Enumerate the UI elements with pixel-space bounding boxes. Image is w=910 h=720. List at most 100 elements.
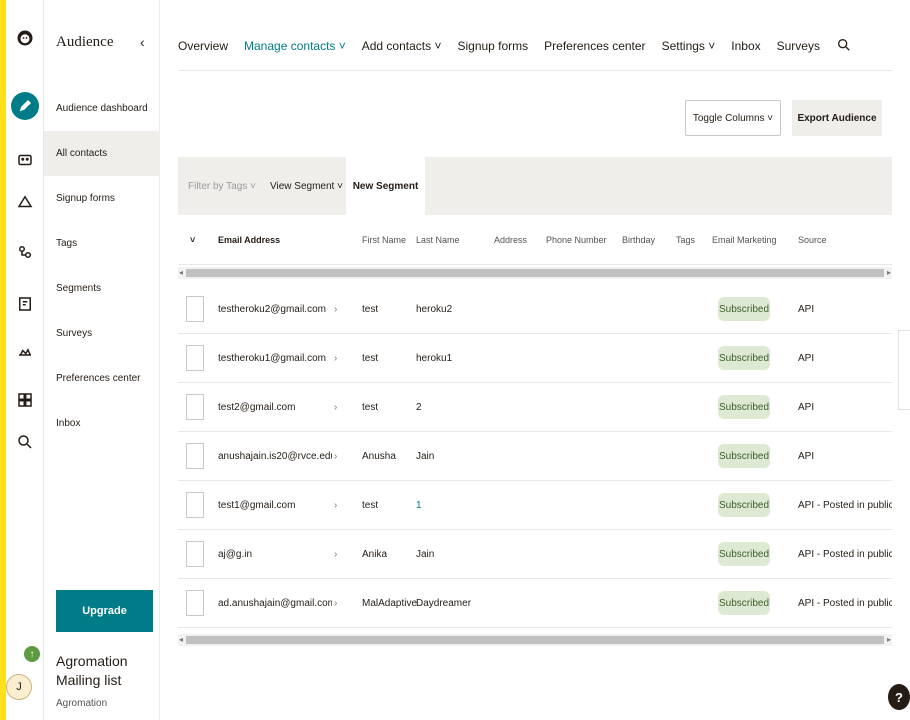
icon-rail — [6, 0, 44, 720]
sidebar-item-surveys[interactable]: Surveys — [44, 311, 160, 356]
cell-first-name: test — [362, 304, 379, 315]
header-email-marketing[interactable]: Email Marketing — [712, 215, 777, 265]
integrations-icon[interactable] — [11, 386, 39, 414]
cell-last-name: Daydreamer — [416, 598, 472, 609]
table-row[interactable]: anushajain.is20@rvce.edu.in › Anusha Jai… — [178, 432, 892, 481]
toggle-columns-button[interactable]: Toggle Columns ˅ — [685, 100, 781, 136]
help-button[interactable]: ? — [888, 684, 910, 710]
mailchimp-logo-icon[interactable] — [11, 24, 39, 52]
table-header: ˅ Email Address First Name Last Name Add… — [178, 215, 892, 265]
nav-manage-contacts[interactable]: Manage contacts ˅ — [244, 39, 346, 53]
cell-first-name: test — [362, 500, 379, 511]
export-audience-button[interactable]: Export Audience — [792, 100, 882, 136]
horizontal-scrollbar-top[interactable]: ◂ ▸ — [178, 267, 892, 279]
header-address[interactable]: Address — [494, 215, 527, 265]
chevron-right-icon[interactable]: › — [334, 579, 337, 628]
cell-source: API - Posted in public, do r — [798, 598, 892, 609]
cell-email[interactable]: ad.anushajain@gmail.com — [218, 579, 332, 628]
status-badge: Subscribed — [718, 444, 770, 468]
nav-overview[interactable]: Overview — [178, 39, 228, 53]
row-checkbox[interactable] — [186, 296, 204, 322]
row-checkbox[interactable] — [186, 394, 204, 420]
cell-source: API — [798, 451, 815, 462]
row-checkbox[interactable] — [186, 443, 204, 469]
chevron-left-icon[interactable]: ‹ — [140, 34, 145, 50]
cell-last-name: 1 — [416, 500, 422, 511]
horizontal-scrollbar-bottom[interactable]: ◂ ▸ — [178, 634, 892, 646]
website-icon[interactable] — [11, 290, 39, 318]
sidebar-item-segments[interactable]: Segments — [44, 266, 160, 311]
upgrade-button[interactable]: Upgrade — [56, 590, 153, 632]
audience-sidebar: Audience ‹ Audience dashboard All contac… — [44, 0, 160, 720]
search-icon[interactable] — [836, 37, 852, 56]
chevron-right-icon[interactable]: › — [334, 334, 337, 383]
feedback-tab[interactable] — [898, 330, 910, 410]
status-badge: Subscribed — [718, 493, 770, 517]
nav-preferences-center[interactable]: Preferences center — [544, 39, 645, 53]
chevron-right-icon[interactable]: › — [334, 285, 337, 334]
top-navigation: Overview Manage contacts ˅ Add contacts … — [178, 34, 852, 58]
table-row[interactable]: aj@g.in › Anika Jain Subscribed API - Po… — [178, 530, 892, 579]
content-icon[interactable] — [11, 338, 39, 366]
row-checkbox[interactable] — [186, 492, 204, 518]
header-email[interactable]: Email Address — [218, 215, 280, 265]
sidebar-item-all-contacts[interactable]: All contacts — [44, 131, 160, 176]
chevron-right-icon[interactable]: › — [334, 530, 337, 579]
sidebar-item-audience-dashboard[interactable]: Audience dashboard — [44, 86, 160, 131]
header-source[interactable]: Source — [798, 215, 827, 265]
cell-email[interactable]: aj@g.in — [218, 530, 332, 579]
table-row[interactable]: testheroku1@gmail.com › test heroku1 Sub… — [178, 334, 892, 383]
nav-signup-forms[interactable]: Signup forms — [457, 39, 528, 53]
chevron-right-icon[interactable]: › — [334, 383, 337, 432]
automations-icon[interactable] — [11, 238, 39, 266]
search-icon[interactable] — [11, 428, 39, 456]
header-first-name[interactable]: First Name — [362, 215, 406, 265]
view-segment-dropdown[interactable]: View Segment ˅ — [270, 157, 343, 215]
cell-first-name: test — [362, 402, 379, 413]
nav-add-contacts[interactable]: Add contacts ˅ — [362, 39, 442, 53]
sidebar-item-signup-forms[interactable]: Signup forms — [44, 176, 160, 221]
header-tags[interactable]: Tags — [676, 215, 695, 265]
sidebar-item-preferences-center[interactable]: Preferences center — [44, 356, 160, 401]
cell-email[interactable]: anushajain.is20@rvce.edu.in — [218, 432, 332, 481]
header-birthday[interactable]: Birthday — [622, 215, 655, 265]
cell-last-name: 2 — [416, 402, 422, 413]
filter-by-tags-dropdown[interactable]: Filter by Tags ˅ — [188, 157, 256, 215]
campaigns-icon[interactable] — [11, 188, 39, 216]
account-name[interactable]: Agromation Mailing list — [56, 652, 166, 690]
table-row[interactable]: test1@gmail.com › test 1 Subscribed API … — [178, 481, 892, 530]
cell-source: API - Posted in public, do r — [798, 500, 892, 511]
filter-bar: Filter by Tags ˅ View Segment ˅ New Segm… — [178, 157, 892, 215]
table-row[interactable]: testheroku2@gmail.com › test heroku2 Sub… — [178, 285, 892, 334]
table-row[interactable]: ad.anushajain@gmail.com › MalAdaptive Da… — [178, 579, 892, 628]
chevron-right-icon[interactable]: › — [334, 481, 337, 530]
cell-email[interactable]: test1@gmail.com — [218, 481, 332, 530]
audience-icon[interactable] — [11, 146, 39, 174]
nav-surveys[interactable]: Surveys — [777, 39, 820, 53]
nav-settings[interactable]: Settings ˅ — [662, 39, 716, 53]
cell-first-name: Anusha — [362, 451, 396, 462]
cell-email[interactable]: testheroku2@gmail.com — [218, 285, 332, 334]
cell-email[interactable]: testheroku1@gmail.com — [218, 334, 332, 383]
header-last-name[interactable]: Last Name — [416, 215, 460, 265]
status-badge: Subscribed — [718, 346, 770, 370]
select-all-dropdown[interactable]: ˅ — [190, 215, 195, 265]
avatar[interactable]: J — [6, 674, 32, 700]
cell-email[interactable]: test2@gmail.com — [218, 383, 332, 432]
chevron-right-icon[interactable]: › — [334, 432, 337, 481]
header-phone-number[interactable]: Phone Number — [546, 215, 607, 265]
row-checkbox[interactable] — [186, 345, 204, 371]
create-pencil-icon[interactable] — [11, 92, 39, 120]
table-row[interactable]: test2@gmail.com › test 2 Subscribed API — [178, 383, 892, 432]
sidebar-item-tags[interactable]: Tags — [44, 221, 160, 266]
row-checkbox[interactable] — [186, 541, 204, 567]
scrollbar-thumb[interactable] — [186, 636, 884, 644]
cell-last-name: heroku2 — [416, 304, 453, 315]
sidebar-item-inbox[interactable]: Inbox — [44, 401, 160, 446]
scrollbar-thumb[interactable] — [186, 269, 884, 277]
nav-inbox[interactable]: Inbox — [731, 39, 760, 53]
row-checkbox[interactable] — [186, 590, 204, 616]
new-segment-button[interactable]: New Segment — [346, 157, 425, 215]
cell-source: API — [798, 353, 815, 364]
cell-source: API — [798, 304, 815, 315]
